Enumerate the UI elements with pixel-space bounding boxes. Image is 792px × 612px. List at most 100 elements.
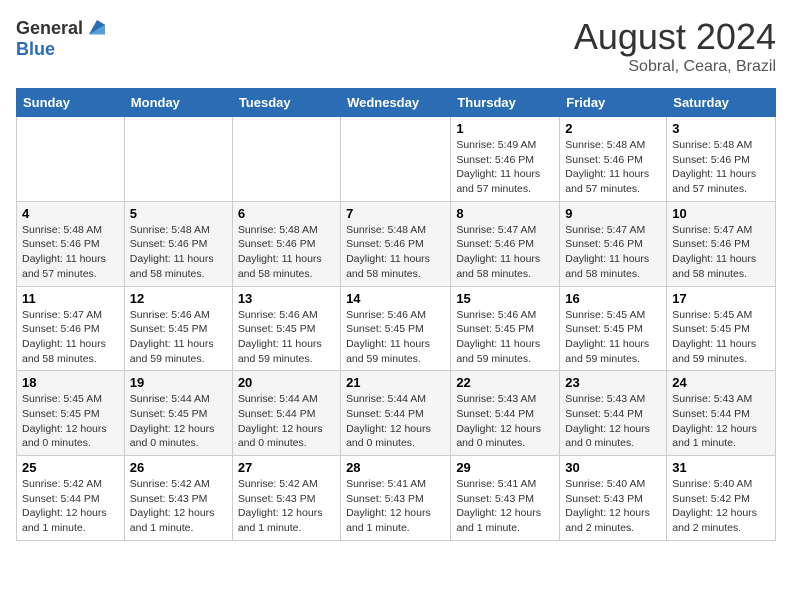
calendar-day-header: Monday — [124, 89, 232, 117]
calendar-day-header: Tuesday — [232, 89, 340, 117]
month-title: August 2024 — [574, 16, 776, 58]
day-number: 5 — [130, 206, 227, 221]
day-info: Sunrise: 5:46 AM Sunset: 5:45 PM Dayligh… — [130, 308, 227, 367]
day-number: 11 — [22, 291, 119, 306]
calendar-cell: 24Sunrise: 5:43 AM Sunset: 5:44 PM Dayli… — [667, 371, 776, 456]
day-number: 28 — [346, 460, 445, 475]
page-header: General Blue August 2024 Sobral, Ceara, … — [16, 16, 776, 76]
day-number: 2 — [565, 121, 661, 136]
day-info: Sunrise: 5:40 AM Sunset: 5:43 PM Dayligh… — [565, 477, 661, 536]
day-info: Sunrise: 5:45 AM Sunset: 5:45 PM Dayligh… — [22, 392, 119, 451]
calendar-day-header: Wednesday — [341, 89, 451, 117]
day-info: Sunrise: 5:49 AM Sunset: 5:46 PM Dayligh… — [456, 138, 554, 197]
day-info: Sunrise: 5:48 AM Sunset: 5:46 PM Dayligh… — [22, 223, 119, 282]
title-block: August 2024 Sobral, Ceara, Brazil — [574, 16, 776, 76]
calendar-week-row: 18 Sunrise: 5:45 AM Sunset: 5:45 PM Dayli… — [17, 371, 776, 456]
day-info: Sunrise: 5:45 AM Sunset: 5:45 PM Dayligh… — [565, 308, 661, 367]
logo-general-text: General — [16, 19, 83, 37]
day-info: Sunrise: 5:43 AM Sunset: 5:44 PM Dayligh… — [456, 392, 554, 451]
calendar-week-row: 11 Sunrise: 5:47 AM Sunset: 5:46 PM Dayli… — [17, 286, 776, 371]
calendar-cell — [341, 117, 451, 202]
calendar-day-header: Thursday — [451, 89, 560, 117]
day-number: 8 — [456, 206, 554, 221]
day-number: 30 — [565, 460, 661, 475]
calendar-cell: 2 Sunrise: 5:48 AM Sunset: 5:46 PM Daylig… — [560, 117, 667, 202]
day-info: Sunrise: 5:42 AM Sunset: 5:44 PM Dayligh… — [22, 477, 119, 536]
calendar-cell: 20 Sunrise: 5:44 AM Sunset: 5:44 PM Dayli… — [232, 371, 340, 456]
day-info: Sunrise: 5:47 AM Sunset: 5:46 PM Dayligh… — [456, 223, 554, 282]
calendar-cell: 13 Sunrise: 5:46 AM Sunset: 5:45 PM Dayli… — [232, 286, 340, 371]
calendar-cell: 25 Sunrise: 5:42 AM Sunset: 5:44 PM Dayli… — [17, 456, 125, 541]
calendar-day-header: Saturday — [667, 89, 776, 117]
day-info: Sunrise: 5:47 AM Sunset: 5:46 PM Dayligh… — [22, 308, 119, 367]
calendar-table: SundayMondayTuesdayWednesdayThursdayFrid… — [16, 88, 776, 541]
day-number: 16 — [565, 291, 661, 306]
calendar-cell: 28 Sunrise: 5:41 AM Sunset: 5:43 PM Dayli… — [341, 456, 451, 541]
logo-icon — [85, 16, 109, 40]
logo: General Blue — [16, 16, 109, 58]
day-info: Sunrise: 5:46 AM Sunset: 5:45 PM Dayligh… — [346, 308, 445, 367]
calendar-cell: 26Sunrise: 5:42 AM Sunset: 5:43 PM Dayli… — [124, 456, 232, 541]
calendar-week-row: 1Sunrise: 5:49 AM Sunset: 5:46 PM Daylig… — [17, 117, 776, 202]
calendar-header-row: SundayMondayTuesdayWednesdayThursdayFrid… — [17, 89, 776, 117]
calendar-cell: 5 Sunrise: 5:48 AM Sunset: 5:46 PM Daylig… — [124, 201, 232, 286]
day-number: 12 — [130, 291, 227, 306]
day-number: 10 — [672, 206, 770, 221]
day-info: Sunrise: 5:44 AM Sunset: 5:44 PM Dayligh… — [346, 392, 445, 451]
day-info: Sunrise: 5:41 AM Sunset: 5:43 PM Dayligh… — [346, 477, 445, 536]
day-info: Sunrise: 5:45 AM Sunset: 5:45 PM Dayligh… — [672, 308, 770, 367]
logo-blue-text: Blue — [16, 40, 109, 58]
day-number: 15 — [456, 291, 554, 306]
calendar-cell — [17, 117, 125, 202]
day-number: 4 — [22, 206, 119, 221]
day-number: 14 — [346, 291, 445, 306]
calendar-cell: 3 Sunrise: 5:48 AM Sunset: 5:46 PM Daylig… — [667, 117, 776, 202]
day-info: Sunrise: 5:44 AM Sunset: 5:45 PM Dayligh… — [130, 392, 227, 451]
location-subtitle: Sobral, Ceara, Brazil — [574, 58, 776, 76]
day-number: 25 — [22, 460, 119, 475]
day-number: 26 — [130, 460, 227, 475]
calendar-body: 1Sunrise: 5:49 AM Sunset: 5:46 PM Daylig… — [17, 117, 776, 541]
calendar-cell: 31 Sunrise: 5:40 AM Sunset: 5:42 PM Dayli… — [667, 456, 776, 541]
calendar-cell: 14 Sunrise: 5:46 AM Sunset: 5:45 PM Dayli… — [341, 286, 451, 371]
calendar-cell: 23Sunrise: 5:43 AM Sunset: 5:44 PM Dayli… — [560, 371, 667, 456]
day-info: Sunrise: 5:40 AM Sunset: 5:42 PM Dayligh… — [672, 477, 770, 536]
calendar-cell: 9 Sunrise: 5:47 AM Sunset: 5:46 PM Daylig… — [560, 201, 667, 286]
calendar-cell: 15 Sunrise: 5:46 AM Sunset: 5:45 PM Dayli… — [451, 286, 560, 371]
calendar-cell: 21 Sunrise: 5:44 AM Sunset: 5:44 PM Dayli… — [341, 371, 451, 456]
day-number: 3 — [672, 121, 770, 136]
day-info: Sunrise: 5:48 AM Sunset: 5:46 PM Dayligh… — [565, 138, 661, 197]
day-info: Sunrise: 5:48 AM Sunset: 5:46 PM Dayligh… — [238, 223, 335, 282]
day-info: Sunrise: 5:48 AM Sunset: 5:46 PM Dayligh… — [672, 138, 770, 197]
day-number: 19 — [130, 375, 227, 390]
calendar-cell: 27Sunrise: 5:42 AM Sunset: 5:43 PM Dayli… — [232, 456, 340, 541]
calendar-cell: 10 Sunrise: 5:47 AM Sunset: 5:46 PM Dayli… — [667, 201, 776, 286]
day-number: 22 — [456, 375, 554, 390]
calendar-cell: 22 Sunrise: 5:43 AM Sunset: 5:44 PM Dayli… — [451, 371, 560, 456]
day-number: 13 — [238, 291, 335, 306]
calendar-cell: 6Sunrise: 5:48 AM Sunset: 5:46 PM Daylig… — [232, 201, 340, 286]
calendar-day-header: Friday — [560, 89, 667, 117]
calendar-cell: 12 Sunrise: 5:46 AM Sunset: 5:45 PM Dayli… — [124, 286, 232, 371]
day-number: 31 — [672, 460, 770, 475]
day-info: Sunrise: 5:47 AM Sunset: 5:46 PM Dayligh… — [565, 223, 661, 282]
calendar-cell: 7Sunrise: 5:48 AM Sunset: 5:46 PM Daylig… — [341, 201, 451, 286]
calendar-week-row: 25 Sunrise: 5:42 AM Sunset: 5:44 PM Dayli… — [17, 456, 776, 541]
day-info: Sunrise: 5:46 AM Sunset: 5:45 PM Dayligh… — [456, 308, 554, 367]
day-info: Sunrise: 5:48 AM Sunset: 5:46 PM Dayligh… — [130, 223, 227, 282]
day-number: 9 — [565, 206, 661, 221]
calendar-cell: 11 Sunrise: 5:47 AM Sunset: 5:46 PM Dayli… — [17, 286, 125, 371]
calendar-week-row: 4 Sunrise: 5:48 AM Sunset: 5:46 PM Daylig… — [17, 201, 776, 286]
day-number: 23 — [565, 375, 661, 390]
day-number: 18 — [22, 375, 119, 390]
calendar-cell: 19 Sunrise: 5:44 AM Sunset: 5:45 PM Dayli… — [124, 371, 232, 456]
day-number: 21 — [346, 375, 445, 390]
day-info: Sunrise: 5:47 AM Sunset: 5:46 PM Dayligh… — [672, 223, 770, 282]
day-info: Sunrise: 5:44 AM Sunset: 5:44 PM Dayligh… — [238, 392, 335, 451]
day-number: 24 — [672, 375, 770, 390]
day-number: 20 — [238, 375, 335, 390]
calendar-cell: 8 Sunrise: 5:47 AM Sunset: 5:46 PM Daylig… — [451, 201, 560, 286]
calendar-cell: 16 Sunrise: 5:45 AM Sunset: 5:45 PM Dayli… — [560, 286, 667, 371]
day-info: Sunrise: 5:46 AM Sunset: 5:45 PM Dayligh… — [238, 308, 335, 367]
calendar-cell — [232, 117, 340, 202]
